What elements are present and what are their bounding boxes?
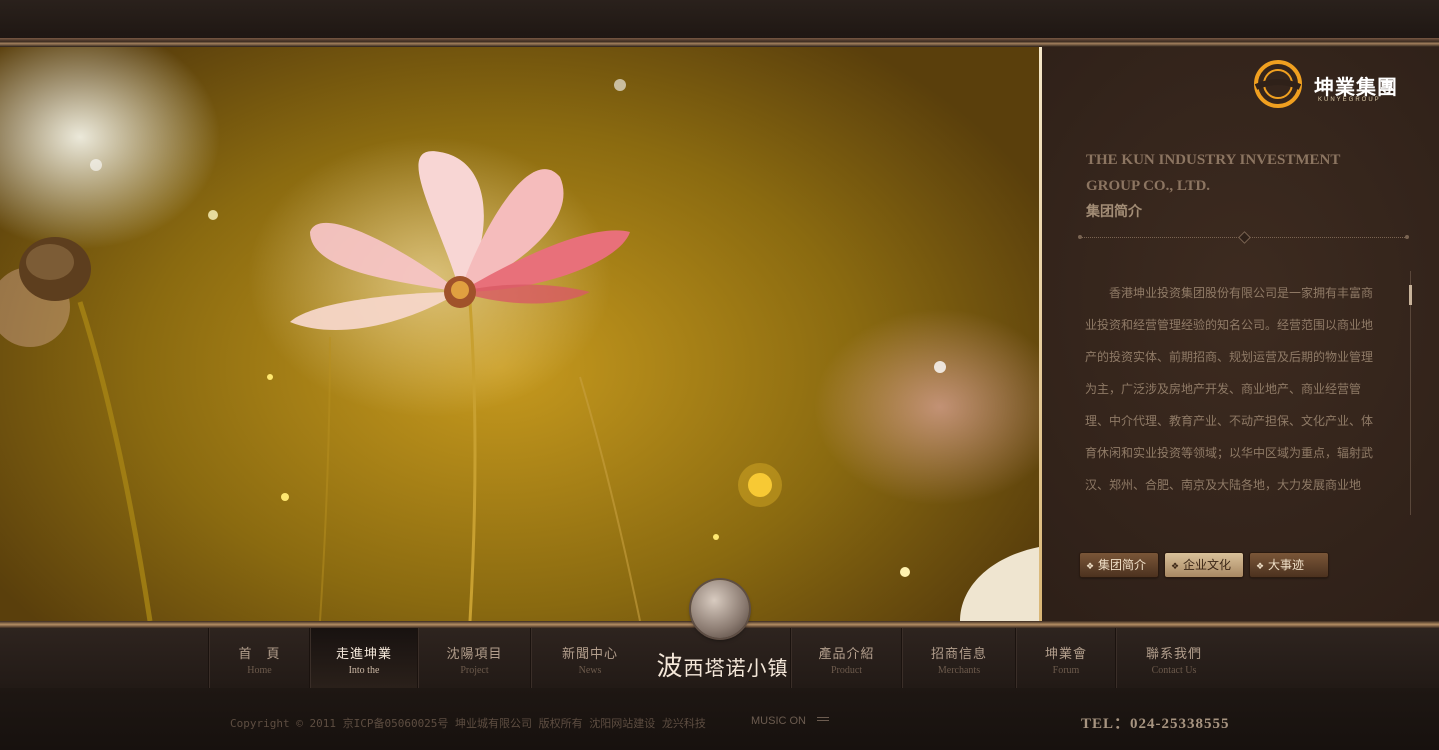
hero-flower-image — [0, 47, 1039, 621]
intro-scrollbar-thumb[interactable] — [1409, 285, 1412, 305]
company-logo[interactable]: 坤業集團 KUNYEGROUP — [1246, 57, 1406, 112]
flower-illustration — [0, 79, 1039, 621]
nav-label-en: Forum — [1052, 665, 1080, 676]
nav-label-cn: 坤業會 — [1044, 647, 1087, 662]
kunye-logo-icon — [1254, 60, 1302, 108]
nav-label-en: Home — [247, 665, 272, 676]
ornament-icon: ❖ — [1256, 562, 1265, 572]
section-title: 集团简介 — [1086, 204, 1142, 220]
nav-label-cn: 產品介紹 — [818, 647, 875, 662]
nav-item-about[interactable]: 走進坤業 Into the — [309, 628, 418, 688]
nav-label-cn: 沈陽項目 — [446, 647, 503, 662]
nav-label-cn: 聯系我們 — [1145, 647, 1202, 662]
ornament-icon: ❖ — [1086, 562, 1095, 572]
nav-label-en: News — [578, 665, 602, 676]
logo-subtext: KUNYEGROUP — [1318, 97, 1381, 103]
nav-label-en: Into the — [348, 665, 380, 676]
nav-item-home[interactable]: 首 頁 Home — [208, 628, 310, 688]
music-bars-icon[interactable] — [817, 717, 829, 723]
intro-scrollbar-track[interactable] — [1410, 271, 1411, 515]
ornament-icon: ❖ — [1171, 562, 1180, 572]
nav-label-cn: 新聞中心 — [561, 647, 618, 662]
intro-panel: 坤業集團 KUNYEGROUP THE KUN INDUSTRY INVESTM… — [1042, 47, 1439, 621]
music-toggle[interactable]: MUSIC ON — [751, 715, 806, 727]
center-logo-first-char: 波 — [656, 652, 684, 682]
center-logo[interactable]: 波西塔诺小镇 — [645, 578, 800, 688]
nav-label-cn: 首 頁 — [238, 647, 281, 662]
tab-label: 集团简介 — [1098, 558, 1147, 572]
nav-label-en: Contact Us — [1151, 665, 1197, 676]
nav-label-cn: 走進坤業 — [335, 647, 392, 662]
logo-text: 坤業集團 — [1314, 77, 1398, 99]
center-logo-title: 波西塔诺小镇 — [645, 646, 800, 683]
tab-group-intro[interactable]: ❖ 集团简介 — [1080, 553, 1158, 577]
top-bar — [0, 0, 1439, 38]
nav-item-project[interactable]: 沈陽項目 Project — [417, 628, 531, 688]
nav-item-merchants[interactable]: 招商信息 Merchants — [901, 628, 1016, 688]
coin-emblem-icon — [691, 580, 749, 638]
nav-label-en: Merchants — [937, 665, 981, 676]
copyright-text: Copyright © 2011 京ICP备05060025号 坤业城有限公司 … — [230, 717, 706, 730]
tab-corporate-culture[interactable]: ❖ 企业文化 — [1165, 553, 1243, 577]
nav-item-product[interactable]: 產品介紹 Product — [790, 628, 902, 688]
telephone: TEL：024-25338555 — [1081, 716, 1230, 732]
tab-label: 企业文化 — [1183, 558, 1232, 572]
company-name-en: THE KUN INDUSTRY INVESTMENT GROUP CO., L… — [1086, 152, 1341, 194]
tab-milestones[interactable]: ❖ 大事迹 — [1250, 553, 1328, 577]
nav-item-forum[interactable]: 坤業會 Forum — [1015, 628, 1116, 688]
center-logo-rest: 西塔诺小镇 — [683, 656, 789, 680]
nav-item-news[interactable]: 新聞中心 News — [530, 628, 649, 688]
intro-text: 香港坤业投资集团股份有限公司是一家拥有丰富商业投资和经营管理经验的知名公司。经营… — [1085, 286, 1374, 492]
nav-label-en: Product — [830, 665, 863, 676]
nav-item-contact[interactable]: 聯系我們 Contact Us — [1115, 628, 1232, 688]
tab-label: 大事迹 — [1268, 558, 1305, 572]
footer: Copyright © 2011 京ICP备05060025号 坤业城有限公司 … — [0, 688, 1439, 750]
nav-label-en: Project — [460, 665, 489, 676]
top-divider — [0, 38, 1439, 47]
decorative-divider — [1078, 231, 1409, 244]
nav-label-cn: 招商信息 — [930, 647, 987, 662]
